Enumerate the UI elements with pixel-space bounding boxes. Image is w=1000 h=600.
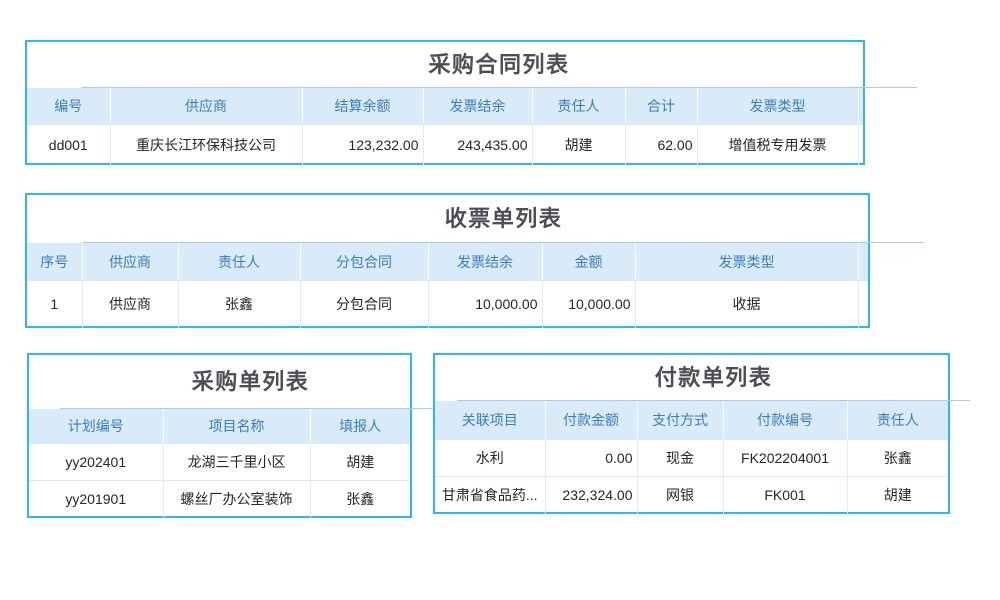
table-row: dd001重庆长江环保科技公司123,232.00243,435.00胡建62.… bbox=[27, 125, 863, 165]
panel-receipt-list: 收票单列表 序号供应商责任人分包合同发票结余金额发票类型1供应商张鑫分包合同10… bbox=[25, 193, 870, 328]
table-cell: 现金 bbox=[637, 440, 723, 477]
table-cell: 0.00 bbox=[545, 440, 637, 477]
table-cell bbox=[858, 125, 863, 165]
column-header: 付款金额 bbox=[545, 401, 637, 440]
purchase-order-table: 计划编号项目名称填报人yy202401龙湖三千里小区胡建yy201901螺丝厂办… bbox=[29, 409, 410, 518]
table-cell: 123,232.00 bbox=[302, 125, 423, 165]
table-cell: 232,324.00 bbox=[545, 477, 637, 514]
table-cell: FK202204001 bbox=[723, 440, 847, 477]
column-header: 发票类型 bbox=[697, 88, 858, 125]
column-header: 序号 bbox=[27, 243, 82, 281]
table-cell: 胡建 bbox=[532, 125, 625, 165]
panel-title-receipt-list: 收票单列表 bbox=[83, 195, 924, 243]
table-cell: 网银 bbox=[637, 477, 723, 514]
table-cell: 10,000.00 bbox=[428, 281, 542, 328]
column-header: 责任人 bbox=[178, 243, 300, 281]
panel-purchase-order-list: 采购单列表 计划编号项目名称填报人yy202401龙湖三千里小区胡建yy2019… bbox=[27, 353, 412, 518]
payment-table: 关联项目付款金额支付方式付款编号责任人水利0.00现金FK202204001张鑫… bbox=[435, 401, 948, 514]
column-header: 合计 bbox=[625, 88, 697, 125]
column-header bbox=[858, 88, 863, 125]
header-row: 关联项目付款金额支付方式付款编号责任人 bbox=[435, 401, 948, 440]
table-cell: 10,000.00 bbox=[542, 281, 635, 328]
column-header: 编号 bbox=[27, 88, 110, 125]
panel-title-purchase-contract-list: 采购合同列表 bbox=[81, 42, 917, 88]
column-header: 项目名称 bbox=[163, 409, 310, 444]
table-cell: 收据 bbox=[635, 281, 858, 328]
table-cell: 张鑫 bbox=[847, 440, 948, 477]
panel-title-payment-list: 付款单列表 bbox=[457, 355, 970, 401]
table-cell: 62.00 bbox=[625, 125, 697, 165]
header-row: 序号供应商责任人分包合同发票结余金额发票类型 bbox=[27, 243, 868, 281]
column-header bbox=[858, 243, 868, 281]
column-header: 责任人 bbox=[847, 401, 948, 440]
header-row: 编号供应商结算余额发票结余责任人合计发票类型 bbox=[27, 88, 863, 125]
column-header: 计划编号 bbox=[29, 409, 163, 444]
table-cell: yy201901 bbox=[29, 481, 163, 518]
table-cell: FK001 bbox=[723, 477, 847, 514]
table-cell: 增值税专用发票 bbox=[697, 125, 858, 165]
column-header: 分包合同 bbox=[300, 243, 428, 281]
table-cell: 张鑫 bbox=[178, 281, 300, 328]
table-row: 水利0.00现金FK202204001张鑫 bbox=[435, 440, 948, 477]
table-cell: 重庆长江环保科技公司 bbox=[110, 125, 302, 165]
table-cell: 1 bbox=[27, 281, 82, 328]
table-row: yy201901螺丝厂办公室装饰张鑫 bbox=[29, 481, 410, 518]
table-cell: 张鑫 bbox=[310, 481, 410, 518]
panel-payment-list: 付款单列表 关联项目付款金额支付方式付款编号责任人水利0.00现金FK20220… bbox=[433, 353, 950, 514]
column-header: 结算余额 bbox=[302, 88, 423, 125]
panel-purchase-contract-list: 采购合同列表 编号供应商结算余额发票结余责任人合计发票类型dd001重庆长江环保… bbox=[25, 40, 865, 165]
table-cell bbox=[858, 281, 868, 328]
table-cell: 胡建 bbox=[310, 444, 410, 481]
column-header: 发票结余 bbox=[423, 88, 532, 125]
column-header: 供应商 bbox=[82, 243, 178, 281]
table-cell: 龙湖三千里小区 bbox=[163, 444, 310, 481]
column-header: 关联项目 bbox=[435, 401, 545, 440]
column-header: 金额 bbox=[542, 243, 635, 281]
table-row: 1供应商张鑫分包合同10,000.0010,000.00收据 bbox=[27, 281, 868, 328]
table-cell: 胡建 bbox=[847, 477, 948, 514]
header-row: 计划编号项目名称填报人 bbox=[29, 409, 410, 444]
column-header: 填报人 bbox=[310, 409, 410, 444]
table-row: yy202401龙湖三千里小区胡建 bbox=[29, 444, 410, 481]
column-header: 供应商 bbox=[110, 88, 302, 125]
table-row: 甘肃省食品药...232,324.00网银FK001胡建 bbox=[435, 477, 948, 514]
table-cell: 水利 bbox=[435, 440, 545, 477]
column-header: 发票结余 bbox=[428, 243, 542, 281]
table-cell: dd001 bbox=[27, 125, 110, 165]
column-header: 付款编号 bbox=[723, 401, 847, 440]
table-cell: 螺丝厂办公室装饰 bbox=[163, 481, 310, 518]
purchase-contract-table: 编号供应商结算余额发票结余责任人合计发票类型dd001重庆长江环保科技公司123… bbox=[27, 88, 863, 165]
receipt-table: 序号供应商责任人分包合同发票结余金额发票类型1供应商张鑫分包合同10,000.0… bbox=[27, 243, 868, 328]
table-cell: 供应商 bbox=[82, 281, 178, 328]
table-cell: 甘肃省食品药... bbox=[435, 477, 545, 514]
column-header: 发票类型 bbox=[635, 243, 858, 281]
column-header: 责任人 bbox=[532, 88, 625, 125]
table-cell: 分包合同 bbox=[300, 281, 428, 328]
column-header: 支付方式 bbox=[637, 401, 723, 440]
table-cell: yy202401 bbox=[29, 444, 163, 481]
table-cell: 243,435.00 bbox=[423, 125, 532, 165]
panel-title-purchase-order-list: 采购单列表 bbox=[60, 355, 441, 409]
